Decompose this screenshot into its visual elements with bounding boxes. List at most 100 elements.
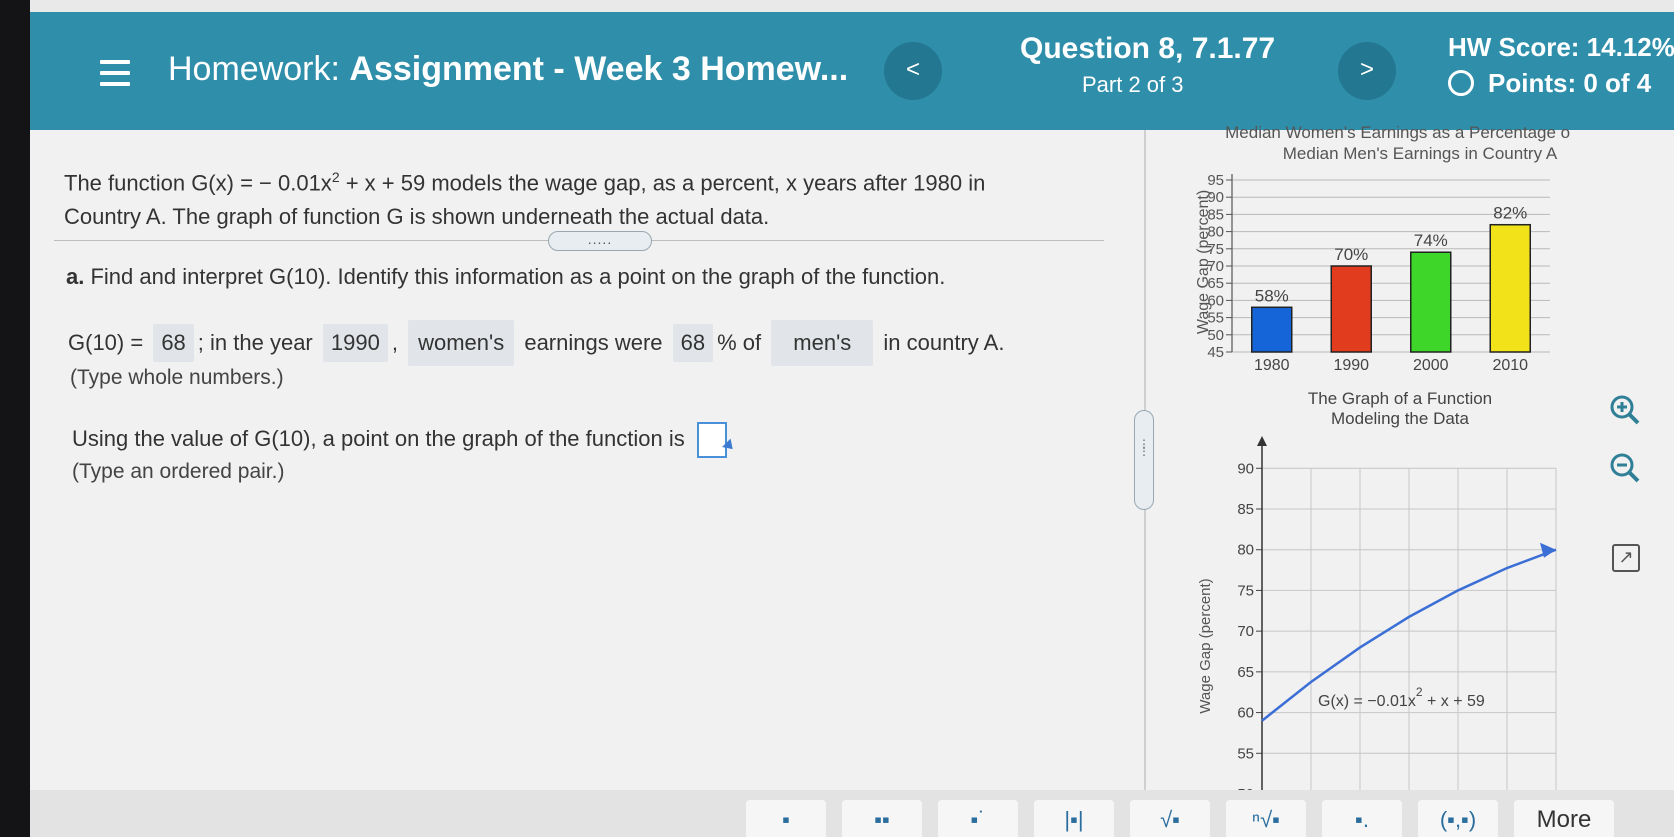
graph-y-tick-label: 60 (1237, 705, 1254, 722)
bar-chart-bars: 58% 70% 74% 82% (1251, 204, 1531, 353)
browser-strip (30, 0, 1674, 12)
intro-pre: The function G(x) = − 0.01x (64, 170, 332, 196)
answer-mid1: ; in the year (197, 330, 313, 355)
bar-chart-yaxis: 4550556065707580859095 (1207, 172, 1233, 361)
bar-y-tick-label: 90 (1207, 189, 1224, 206)
answer-comma: , (391, 330, 398, 355)
exponent-button[interactable]: ▪˙ (938, 800, 1018, 837)
fraction-button[interactable]: ▪ (746, 800, 826, 837)
part-a-text: Find and interpret G(10). Identify this … (90, 264, 946, 289)
intro-post: + x + 59 models the wage gap, as a perce… (339, 170, 986, 196)
square-root-button[interactable]: √▪ (1130, 800, 1210, 837)
curve-label-pre: G(x) = −0.01x (1318, 693, 1416, 710)
bar-y-tick-label: 55 (1207, 310, 1224, 327)
bar-data-label: 74% (1414, 231, 1448, 250)
graph-title-line1: The Graph of a Function (1308, 389, 1492, 408)
graph-title-line2: Modeling the Data (1331, 409, 1470, 428)
points-status: Points: 0 of 4 (1448, 68, 1651, 99)
graph-y-tick-label: 70 (1237, 623, 1254, 640)
more-button[interactable]: More (1514, 800, 1614, 837)
bar-1990 (1330, 265, 1372, 353)
next-question-button[interactable]: > (1338, 42, 1396, 100)
question-title: Question 8, 7.1.77 (1020, 32, 1276, 65)
bar-1980 (1251, 306, 1293, 353)
hw-score: HW Score: 14.12%, (1448, 32, 1674, 62)
chevron-left-icon: < (905, 56, 920, 83)
ordered-pair-button[interactable]: (▪,▪) (1418, 800, 1498, 837)
curve-label: G(x) = −0.01x2 + x + 59 (1318, 685, 1485, 710)
bar-chart: Median Women's Earnings as a Percentage … (1195, 124, 1570, 374)
graph-y-tick-label: 85 (1237, 501, 1254, 518)
title-main: Assignment - Week 3 Homew... (349, 50, 849, 88)
graph-grid (1261, 467, 1557, 795)
intro-exponent: 2 (331, 169, 340, 185)
external-link-icon[interactable]: ↗ (1612, 544, 1640, 572)
answer-mid2: earnings were (524, 330, 663, 355)
points-text: Points: 0 of 4 (1488, 68, 1652, 98)
graph-y-axis-arrow (1257, 436, 1267, 446)
hint-ordered-pair: (Type an ordered pair.) (72, 460, 285, 483)
previous-question-button[interactable]: < (884, 42, 942, 100)
ordered-pair-input[interactable] (696, 422, 737, 458)
bar-y-tick-label: 65 (1207, 275, 1224, 292)
graph-ylabel: Wage Gap (percent) (1197, 578, 1214, 713)
bar-chart-xaxis: 1980 1990 2000 2010 (1254, 357, 1528, 374)
using-text: Using the value of G(10), a point on the… (72, 425, 685, 451)
bar-data-label: 82% (1493, 204, 1527, 223)
bar-x-tick-label: 1990 (1333, 357, 1369, 374)
part-a-prompt: a. Find and interpret G(10). Identify th… (66, 264, 945, 290)
year-answer[interactable]: 1990 (322, 324, 388, 362)
answer-suffix: in country A. (883, 330, 1005, 355)
question-part: Part 2 of 3 (1082, 72, 1184, 97)
graph-y-tick-label: 75 (1237, 582, 1254, 599)
graph-y-tick-label: 65 (1237, 664, 1254, 681)
bar-chart-title-line2: Median Men's Earnings in Country A (1283, 144, 1558, 163)
part-a-label: a. (66, 264, 85, 289)
intro-line2: Country A. The graph of function G is sh… (64, 204, 770, 230)
question-content: The function G(x) = − 0.01x2 + x + 59 mo… (30, 124, 1674, 798)
zoom-out-icon[interactable] (1606, 450, 1644, 488)
expand-toggle[interactable]: ..... (548, 231, 652, 251)
bar-2000 (1410, 251, 1452, 353)
bar-2010 (1489, 223, 1531, 353)
bar-y-tick-label: 50 (1207, 327, 1224, 344)
absolute-value-button[interactable]: |▪| (1034, 800, 1114, 837)
g10-answer[interactable]: 68 (153, 324, 194, 362)
bar-x-tick-label: 1980 (1254, 357, 1290, 374)
answer-prefix: G(10) = (68, 330, 150, 355)
bar-y-tick-label: 95 (1207, 172, 1224, 189)
graph-yaxis: 505560657075808590 (1237, 436, 1267, 798)
group1-dropdown[interactable]: women's (408, 320, 515, 366)
bar-y-tick-label: 60 (1207, 292, 1224, 309)
bar-y-tick-label: 70 (1207, 258, 1224, 275)
question-intro: The function G(x) = − 0.01x2 + x + 59 mo… (64, 160, 985, 234)
nth-root-button[interactable]: ⁿ√▪ (1226, 800, 1306, 837)
group2-dropdown[interactable]: men's (771, 320, 874, 366)
function-graph: The Graph of a Function Modeling the Dat… (1197, 389, 1557, 798)
math-toolbar: ▪ ▪▪ ▪˙ |▪| √▪ ⁿ√▪ ▪. (▪,▪) More (30, 790, 1674, 837)
zoom-in-icon[interactable] (1606, 392, 1644, 430)
bar-x-tick-label: 2010 (1492, 357, 1528, 374)
mixed-number-button[interactable]: ▪▪ (842, 800, 922, 837)
bar-data-label: 70% (1334, 245, 1368, 264)
points-circle-icon (1448, 70, 1474, 96)
answer-row: G(10) = 68; in the year 1990, women's ea… (68, 320, 1004, 366)
ordered-pair-row: Using the value of G(10), a point on the… (72, 422, 737, 458)
percent-answer[interactable]: 68 (672, 324, 714, 362)
answer-mid3: % of (717, 330, 762, 355)
bar-y-tick-label: 85 (1207, 206, 1224, 223)
header-bar: Homework: Assignment - Week 3 Homew... <… (30, 12, 1674, 130)
decimal-button[interactable]: ▪. (1322, 800, 1402, 837)
bar-y-tick-label: 45 (1207, 344, 1224, 361)
screen-bezel (0, 0, 30, 837)
bar-y-tick-label: 80 (1207, 224, 1224, 241)
hamburger-menu-icon[interactable] (100, 60, 130, 86)
mouse-cursor-icon (721, 438, 737, 454)
bar-x-tick-label: 2000 (1413, 357, 1449, 374)
bar-y-tick-label: 75 (1207, 241, 1224, 258)
chevron-right-icon: > (1359, 56, 1374, 83)
hint-whole-numbers: (Type whole numbers.) (70, 366, 284, 389)
assignment-title: Homework: Assignment - Week 3 Homew... (168, 50, 848, 89)
app-screen: Homework: Assignment - Week 3 Homew... <… (30, 0, 1674, 837)
graph-y-tick-label: 90 (1237, 460, 1254, 477)
